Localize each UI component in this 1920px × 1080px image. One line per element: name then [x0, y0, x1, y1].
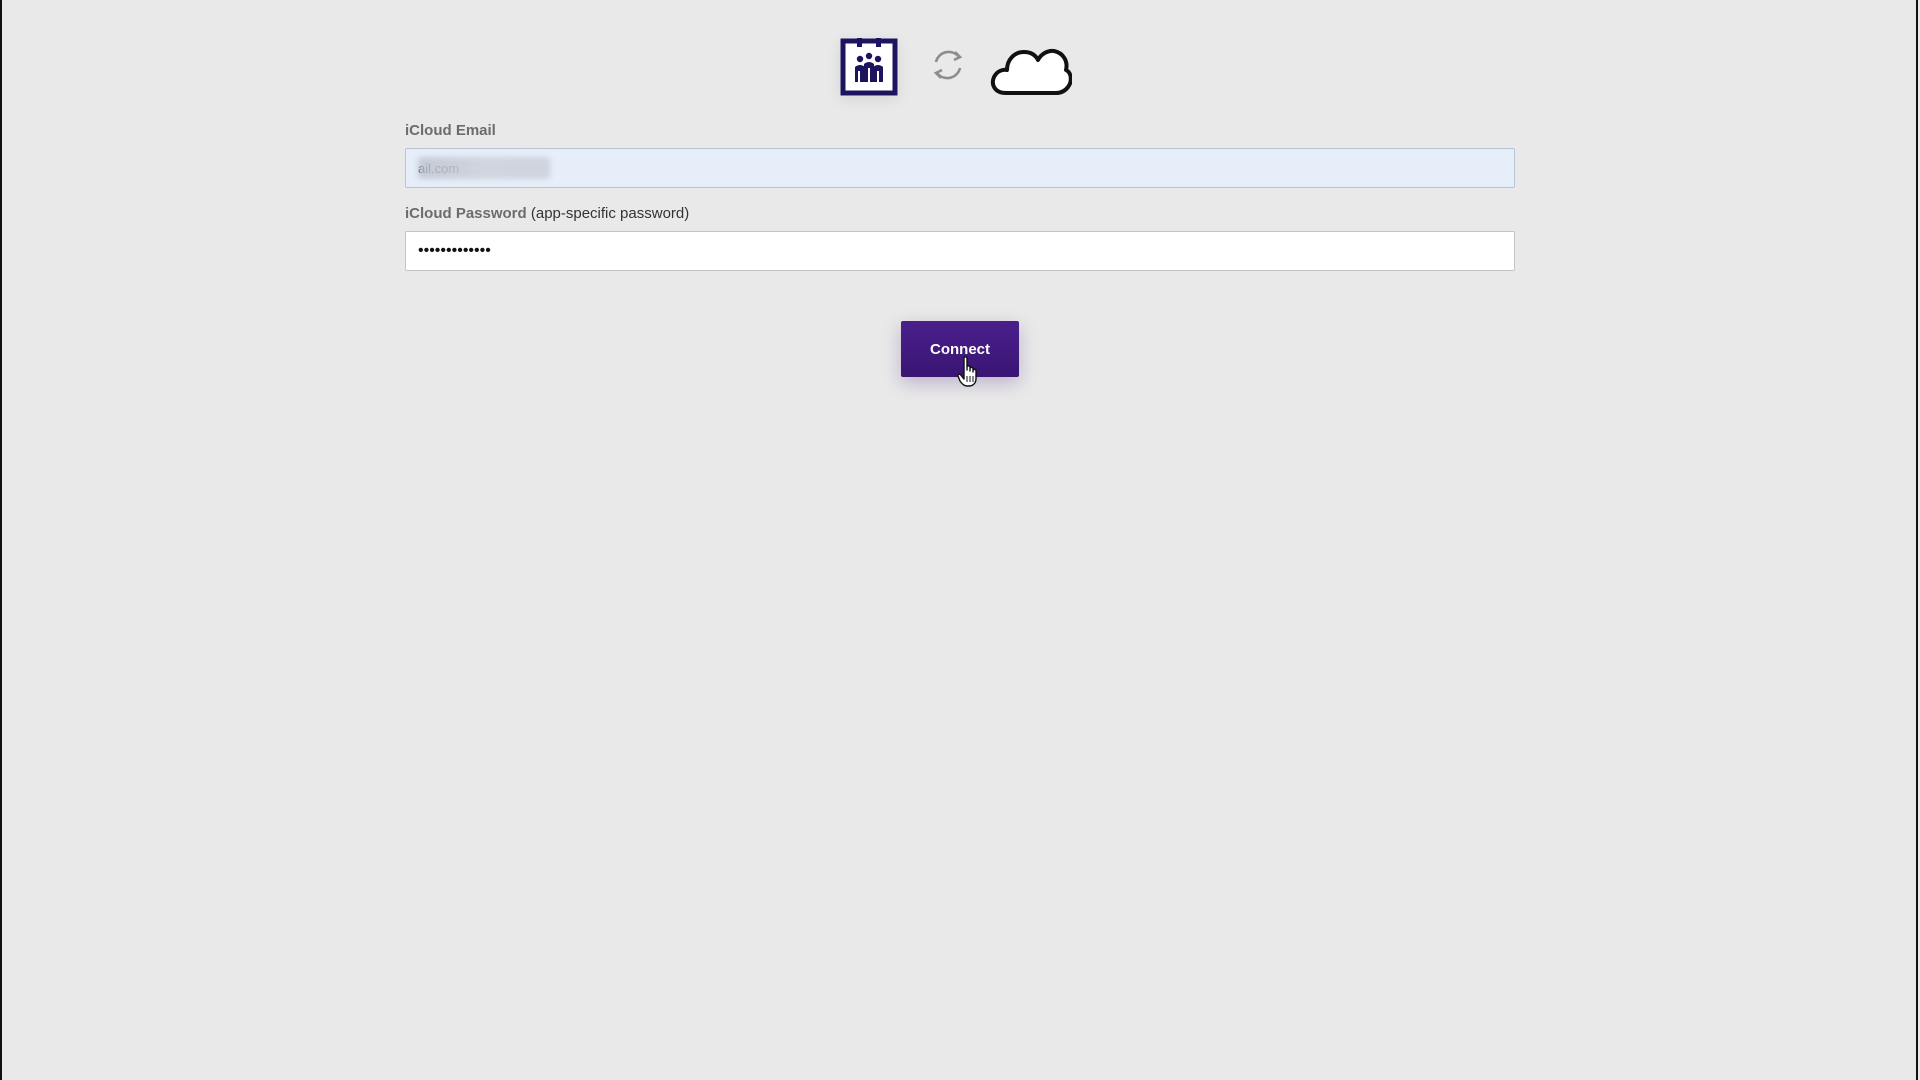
calendar-people-icon: [840, 38, 898, 96]
connect-button[interactable]: Connect: [901, 321, 1019, 377]
email-label: iCloud Email: [405, 122, 496, 139]
email-redaction-blur: [418, 157, 550, 179]
password-label-text: iCloud Password: [405, 205, 527, 222]
email-label-text: iCloud Email: [405, 122, 496, 139]
password-label: iCloud Password (app-specific password): [405, 205, 689, 222]
email-input[interactable]: [405, 148, 1515, 188]
password-hint: (app-specific password): [530, 205, 690, 222]
password-input[interactable]: [405, 231, 1515, 271]
integration-header: [0, 38, 1920, 102]
cloud-icon: [990, 48, 1072, 95]
sync-arrows-icon: [933, 50, 963, 80]
